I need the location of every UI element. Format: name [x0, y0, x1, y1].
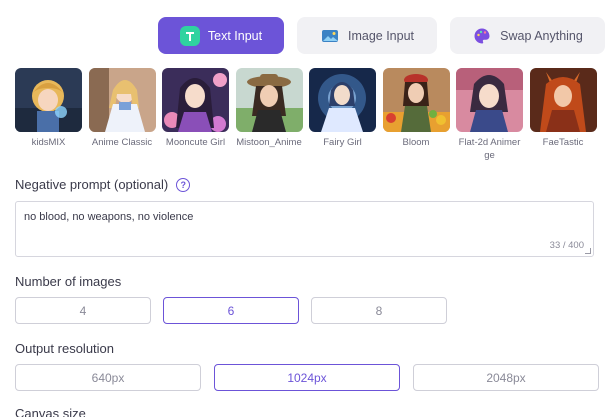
model-name: Mooncute Girl	[165, 137, 226, 148]
model-card-fairy-girl[interactable]: Fairy Girl	[309, 68, 376, 162]
negative-prompt-textarea[interactable]: no blood, no weapons, no violence 33 / 4…	[15, 201, 594, 257]
model-card-mooncute-girl[interactable]: Mooncute Girl	[162, 68, 229, 162]
number-of-images-options: 4 6 8	[15, 297, 447, 324]
model-thumbnail	[162, 68, 229, 132]
resolution-option-1024[interactable]: 1024px	[214, 364, 400, 391]
negative-prompt-value: no blood, no weapons, no violence	[24, 211, 194, 223]
model-card-faetastic[interactable]: FaeTastic	[529, 68, 597, 162]
model-card-bloom[interactable]: Bloom	[382, 68, 450, 162]
model-card-mistoon-anime[interactable]: Mistoon_Anime	[235, 68, 303, 162]
negative-prompt-label: Negative prompt (optional)	[15, 177, 169, 192]
resize-handle-icon[interactable]	[585, 248, 591, 254]
image-count-option-6[interactable]: 6	[163, 297, 299, 324]
resolution-option-640[interactable]: 640px	[15, 364, 201, 391]
tab-image-input[interactable]: Image Input	[297, 17, 437, 54]
model-thumbnail	[88, 68, 156, 132]
tab-text-input[interactable]: Text Input	[158, 17, 284, 54]
model-name: Flat-2d Animerge	[458, 137, 521, 161]
tab-text-input-label: Text Input	[207, 28, 263, 43]
negative-prompt-heading: Negative prompt (optional) ?	[15, 177, 191, 192]
input-mode-tabs: Text Input Image Input Swap Anything	[158, 17, 605, 54]
tab-swap-anything[interactable]: Swap Anything	[450, 17, 605, 54]
model-card-flat-2d-animerge[interactable]: Flat-2d Animerge	[456, 68, 523, 162]
model-name: Bloom	[402, 137, 430, 148]
model-thumbnail	[15, 68, 82, 132]
image-count-option-4[interactable]: 4	[15, 297, 151, 324]
model-thumbnail	[235, 68, 303, 132]
model-name: kidsMIX	[31, 137, 66, 148]
text-t-icon	[179, 25, 200, 46]
character-counter: 33 / 400	[549, 240, 584, 251]
model-name: Fairy Girl	[323, 137, 362, 148]
question-help-icon[interactable]: ?	[176, 177, 191, 192]
palette-icon	[472, 26, 492, 46]
model-thumbnail	[382, 68, 450, 132]
model-name: FaeTastic	[542, 137, 584, 148]
canvas-size-label: Canvas size	[15, 406, 86, 417]
model-gallery: kidsMIX Anime Classic Mooncute Girl Mist…	[15, 68, 597, 162]
number-of-images-label: Number of images	[15, 274, 122, 289]
output-resolution-options: 640px 1024px 2048px	[15, 364, 599, 391]
image-icon	[320, 26, 340, 46]
model-thumbnail	[529, 68, 597, 132]
model-name: Mistoon_Anime	[236, 137, 302, 148]
model-card-anime-classic[interactable]: Anime Classic	[88, 68, 156, 162]
tab-image-input-label: Image Input	[347, 28, 414, 43]
resolution-option-2048[interactable]: 2048px	[413, 364, 599, 391]
model-thumbnail	[309, 68, 376, 132]
model-card-kidsmix[interactable]: kidsMIX	[15, 68, 82, 162]
model-thumbnail	[456, 68, 523, 132]
tab-swap-anything-label: Swap Anything	[500, 28, 583, 43]
image-count-option-8[interactable]: 8	[311, 297, 447, 324]
model-name: Anime Classic	[91, 137, 153, 148]
output-resolution-label: Output resolution	[15, 341, 115, 356]
